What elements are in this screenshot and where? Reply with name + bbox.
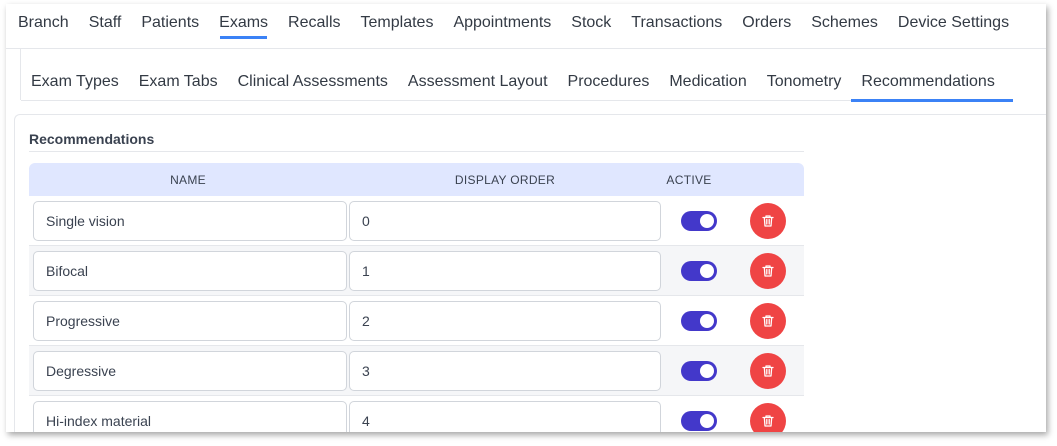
sub-tab-tonometry[interactable]: Tonometry — [756, 70, 852, 101]
sub-tab-recommendations[interactable]: Recommendations — [851, 70, 1014, 102]
section-divider — [29, 151, 804, 152]
trash-icon — [762, 314, 774, 327]
active-toggle[interactable] — [681, 310, 717, 331]
top-tab-branch[interactable]: Branch — [6, 4, 79, 42]
table-row: Single vision 0 — [29, 196, 804, 246]
active-toggle[interactable] — [681, 260, 717, 281]
top-tab-device-settings[interactable]: Device Settings — [888, 4, 1019, 42]
display-order-input[interactable]: 4 — [349, 400, 661, 432]
top-tab-exams[interactable]: Exams — [209, 4, 278, 42]
name-input[interactable]: Progressive — [33, 300, 347, 341]
table-row: Bifocal 1 — [29, 246, 804, 296]
delete-button[interactable] — [750, 302, 786, 339]
display-order-input[interactable]: 3 — [349, 350, 661, 391]
sub-tab-procedures[interactable]: Procedures — [557, 70, 660, 101]
active-toggle[interactable] — [681, 410, 717, 431]
sub-tab-clinical-assessments[interactable]: Clinical Assessments — [227, 70, 398, 101]
top-nav: Branch Staff Patients Exams Recalls Temp… — [6, 4, 1046, 49]
display-order-input[interactable]: 0 — [349, 200, 661, 241]
top-tab-schemes[interactable]: Schemes — [801, 4, 888, 42]
top-tab-templates[interactable]: Templates — [351, 4, 444, 42]
top-tab-recalls[interactable]: Recalls — [278, 4, 350, 42]
delete-button[interactable] — [750, 202, 786, 239]
sub-tab-medication[interactable]: Medication — [659, 70, 757, 101]
table-row: Hi-index material 4 — [29, 396, 804, 432]
display-order-input[interactable]: 1 — [349, 250, 661, 291]
recommendations-table: NAME DISPLAY ORDER ACTIVE Single vision … — [29, 163, 804, 432]
top-tab-patients[interactable]: Patients — [131, 4, 209, 42]
sub-tab-assessment-layout[interactable]: Assessment Layout — [397, 70, 558, 101]
top-tab-stock[interactable]: Stock — [561, 4, 621, 42]
table-row: Progressive 2 — [29, 296, 804, 346]
sub-tab-exam-types[interactable]: Exam Types — [21, 70, 129, 101]
delete-button[interactable] — [750, 252, 786, 289]
name-input[interactable]: Degressive — [33, 350, 347, 391]
trash-icon — [762, 414, 774, 427]
name-input[interactable]: Bifocal — [33, 250, 347, 291]
header-name: NAME — [170, 172, 206, 187]
delete-button[interactable] — [750, 352, 786, 389]
name-input[interactable]: Single vision — [33, 200, 347, 241]
trash-icon — [762, 214, 774, 227]
table-header: NAME DISPLAY ORDER ACTIVE — [29, 163, 804, 196]
trash-icon — [762, 364, 774, 377]
top-tab-transactions[interactable]: Transactions — [621, 4, 732, 42]
top-tab-staff[interactable]: Staff — [79, 4, 132, 42]
section-title: Recommendations — [29, 131, 155, 147]
table-row: Degressive 3 — [29, 346, 804, 396]
header-display-order: DISPLAY ORDER — [454, 172, 556, 187]
sub-tab-exam-tabs[interactable]: Exam Tabs — [128, 70, 228, 101]
sub-nav: Exam Types Exam Tabs Clinical Assessment… — [21, 70, 1046, 102]
top-tab-orders[interactable]: Orders — [732, 4, 801, 42]
header-active: ACTIVE — [666, 172, 712, 187]
delete-button[interactable] — [750, 402, 786, 432]
sub-nav-container: Exam Types Exam Tabs Clinical Assessment… — [20, 48, 1046, 102]
active-toggle[interactable] — [681, 210, 717, 231]
name-input[interactable]: Hi-index material — [33, 400, 347, 432]
app-frame: Branch Staff Patients Exams Recalls Temp… — [6, 4, 1046, 432]
active-toggle[interactable] — [681, 360, 717, 381]
trash-icon — [762, 264, 774, 277]
content-panel: Recommendations NAME DISPLAY ORDER ACTIV… — [14, 114, 1046, 432]
display-order-input[interactable]: 2 — [349, 300, 661, 341]
top-tab-appointments[interactable]: Appointments — [443, 4, 561, 42]
